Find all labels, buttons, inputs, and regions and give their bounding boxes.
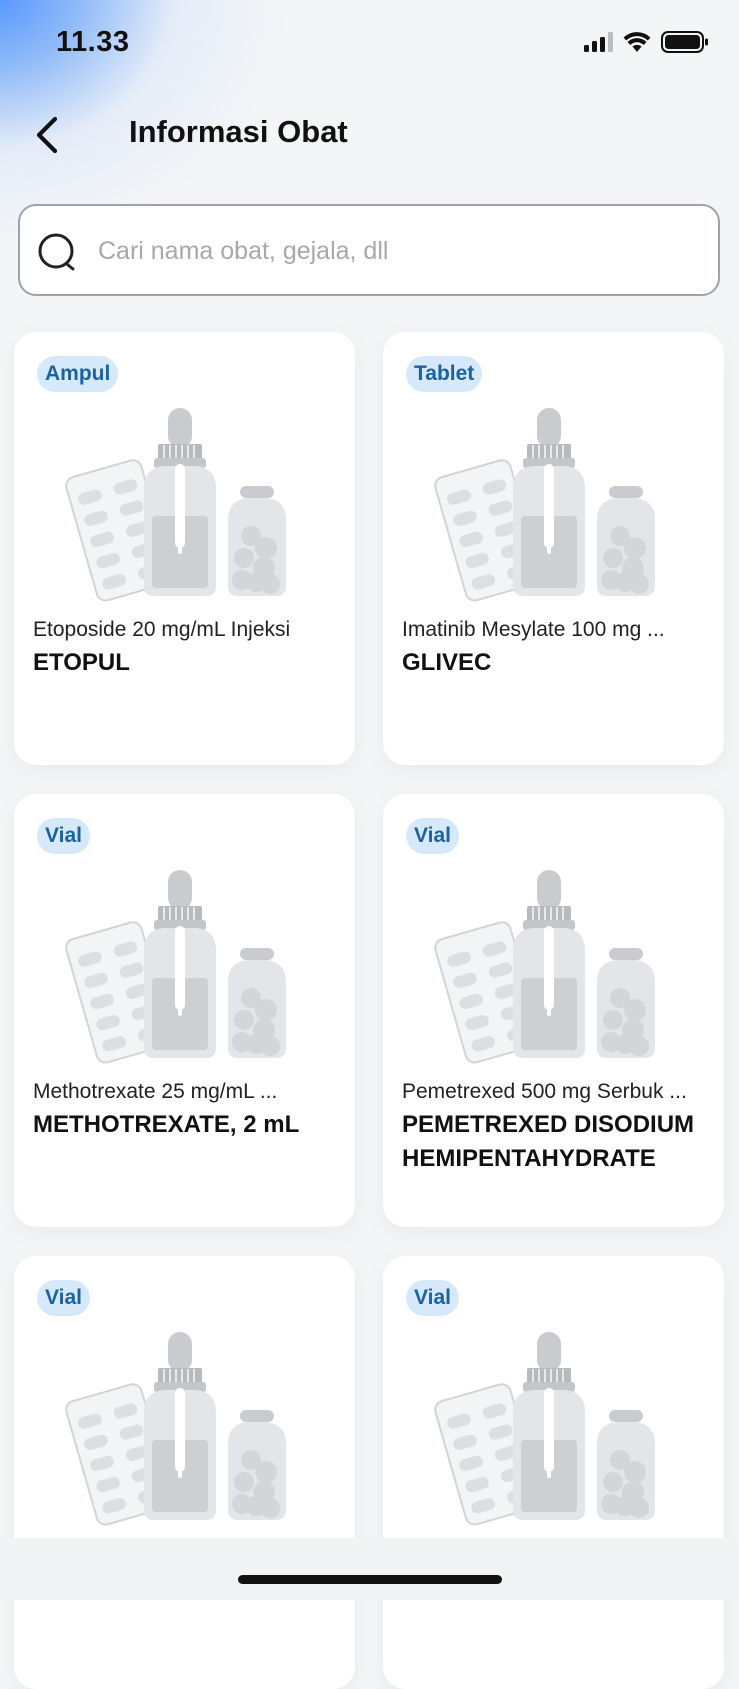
- brand-name: PEMETREXED DISODIUM HEMIPENTAHYDRATE: [402, 1111, 695, 1172]
- home-indicator-area: [0, 1538, 739, 1600]
- generic-name: Pemetrexed 500 mg Serbuk ...: [402, 1080, 687, 1103]
- product-card[interactable]: Vial: [14, 1256, 355, 1689]
- dosage-form-badge: Ampul: [37, 356, 119, 392]
- brand-name: METHOTREXATE, 2 mL: [33, 1111, 300, 1138]
- medicine-illustration-icon: [432, 408, 656, 604]
- product-card[interactable]: Ampul Etoposide 20 mg/mL Injeksi ETOPUL: [14, 332, 355, 765]
- dosage-form-badge: Vial: [37, 818, 90, 854]
- battery-icon: [661, 31, 708, 53]
- dosage-form-badge: Vial: [37, 1280, 90, 1316]
- status-time: 11.33: [56, 26, 130, 58]
- medicine-illustration-icon: [432, 870, 656, 1066]
- back-button[interactable]: [22, 110, 72, 160]
- home-indicator[interactable]: [238, 1575, 502, 1584]
- search-bar[interactable]: [18, 204, 720, 296]
- status-bar: 11.33: [0, 0, 739, 90]
- chevron-left-icon: [36, 116, 58, 154]
- product-card[interactable]: Tablet Imatinib Mesylate 100 mg ... GLIV…: [383, 332, 724, 765]
- medicine-illustration-icon: [432, 1332, 656, 1528]
- brand-name: ETOPUL: [33, 649, 130, 676]
- medicine-illustration-icon: [63, 1332, 287, 1528]
- wifi-icon: [623, 32, 651, 52]
- generic-name: Methotrexate 25 mg/mL ...: [33, 1080, 278, 1103]
- brand-name: GLIVEC: [402, 649, 492, 676]
- product-card[interactable]: Vial Pemetrexed 500 mg Serbuk ... PEMETR…: [383, 794, 724, 1227]
- status-icons: [584, 30, 709, 54]
- medicine-illustration-icon: [63, 870, 287, 1066]
- app-header: Informasi Obat: [0, 100, 739, 170]
- dosage-form-badge: Vial: [406, 818, 459, 854]
- search-input[interactable]: [96, 226, 700, 276]
- dosage-form-badge: Tablet: [406, 356, 483, 392]
- product-card[interactable]: Vial Methotrexate 25 mg/mL ... METHOTREX…: [14, 794, 355, 1227]
- page-title: Informasi Obat: [129, 114, 348, 149]
- medicine-illustration-icon: [63, 408, 287, 604]
- product-card[interactable]: Vial: [383, 1256, 724, 1689]
- generic-name: Etoposide 20 mg/mL Injeksi: [33, 618, 291, 641]
- generic-name: Imatinib Mesylate 100 mg ...: [402, 618, 665, 641]
- dosage-form-badge: Vial: [406, 1280, 459, 1316]
- search-icon: [38, 233, 75, 271]
- cellular-signal-icon: [584, 32, 613, 52]
